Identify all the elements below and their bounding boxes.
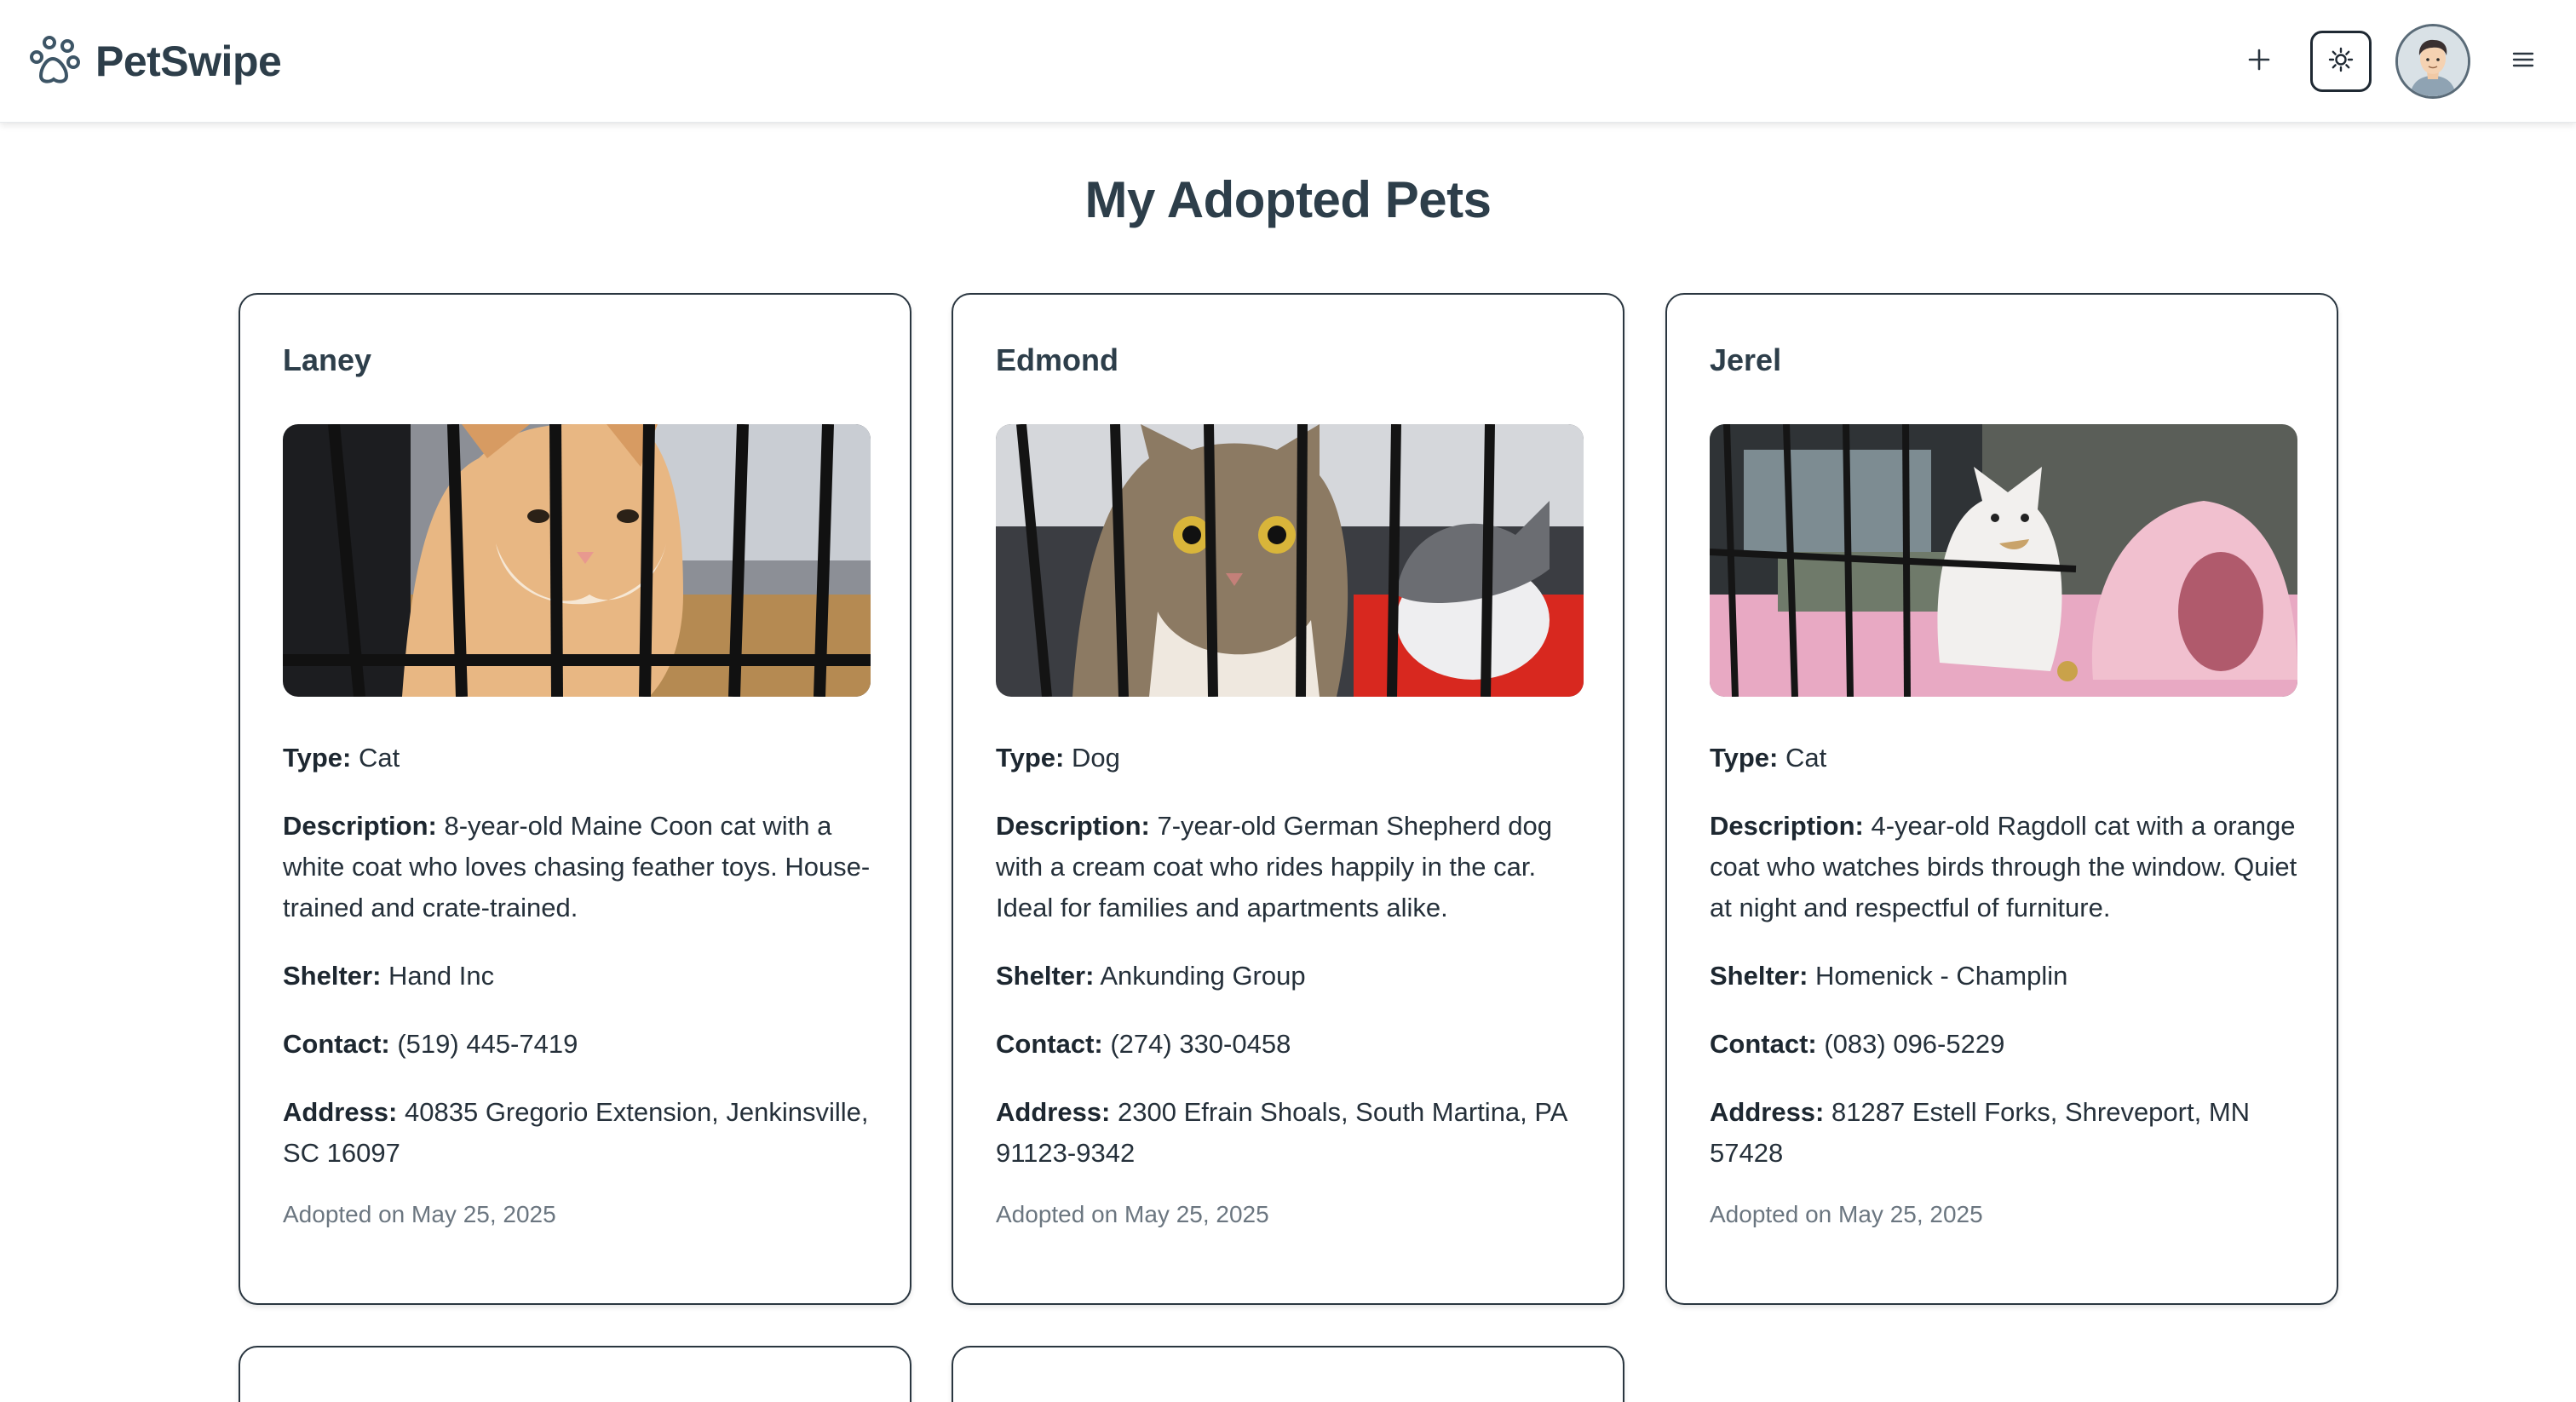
pet-card-edmond: Edmond Type: Dog Description: 7-year-old… [952, 293, 1624, 1305]
adopted-date: Adopted on May 25, 2025 [283, 1201, 556, 1227]
pet-name: Laney [283, 342, 372, 377]
avatar [2398, 26, 2468, 96]
pet-address: Address: 40835 Gregorio Extension, Jenki… [283, 1097, 869, 1168]
pet-contact: Contact: (274) 330-0458 [996, 1029, 1291, 1059]
pet-photo [283, 424, 871, 697]
adopted-date: Adopted on May 25, 2025 [996, 1201, 1269, 1227]
pet-name: Edmond [996, 342, 1118, 377]
paw-icon [29, 35, 82, 88]
user-avatar-button[interactable] [2395, 24, 2470, 99]
pet-details: Type: Cat Description: 4-year-old Ragdol… [1710, 738, 2306, 1232]
pet-address: Address: 81287 Estell Forks, Shreveport,… [1710, 1097, 2251, 1168]
sun-icon [2328, 47, 2354, 77]
pet-contact: Contact: (519) 445-7419 [283, 1029, 578, 1059]
pet-description: Description: 8-year-old Maine Coon cat w… [283, 811, 871, 922]
pet-shelter: Shelter: Ankunding Group [996, 961, 1306, 991]
add-pet-button[interactable] [2232, 34, 2286, 89]
adopted-date: Adopted on May 25, 2025 [1710, 1201, 1983, 1227]
pet-photo [1710, 424, 2297, 697]
pet-address: Address: 2300 Efrain Shoals, South Marti… [996, 1097, 1567, 1168]
pet-description: Description: 7-year-old German Shepherd … [996, 811, 1553, 922]
pet-card-partial [239, 1346, 911, 1402]
pet-type: Type: Dog [996, 743, 1120, 773]
brand-logo-link[interactable]: PetSwipe [29, 34, 282, 89]
page-title: My Adopted Pets [1084, 171, 1492, 228]
pet-shelter: Shelter: Hand Inc [283, 961, 495, 991]
pet-photo [996, 424, 1584, 697]
page: PetSwipe My Adopted Pets Laney Type: Cat… [0, 0, 2576, 1402]
pet-details: Type: Cat Description: 8-year-old Maine … [283, 738, 879, 1232]
menu-button[interactable] [2496, 34, 2550, 89]
menu-icon [2510, 47, 2536, 77]
pet-card-jerel: Jerel Type: Cat Description: 4-year-old … [1665, 293, 2338, 1305]
pet-description: Description: 4-year-old Ragdoll cat with… [1710, 811, 2297, 922]
pet-type: Type: Cat [1710, 743, 1827, 773]
plus-icon [2247, 48, 2271, 76]
brand-name: PetSwipe [95, 37, 282, 85]
pet-card-partial [952, 1346, 1624, 1402]
pet-card-laney: Laney Type: Cat Description: 8-year-old … [239, 293, 911, 1305]
pet-type: Type: Cat [283, 743, 400, 773]
pet-contact: Contact: (083) 096-5229 [1710, 1029, 2005, 1059]
pet-details: Type: Dog Description: 7-year-old German… [996, 738, 1592, 1232]
pet-name: Jerel [1710, 342, 1782, 377]
top-navbar: PetSwipe [0, 0, 2576, 123]
theme-toggle-button[interactable] [2310, 31, 2372, 92]
pet-shelter: Shelter: Homenick - Champlin [1710, 961, 2068, 991]
